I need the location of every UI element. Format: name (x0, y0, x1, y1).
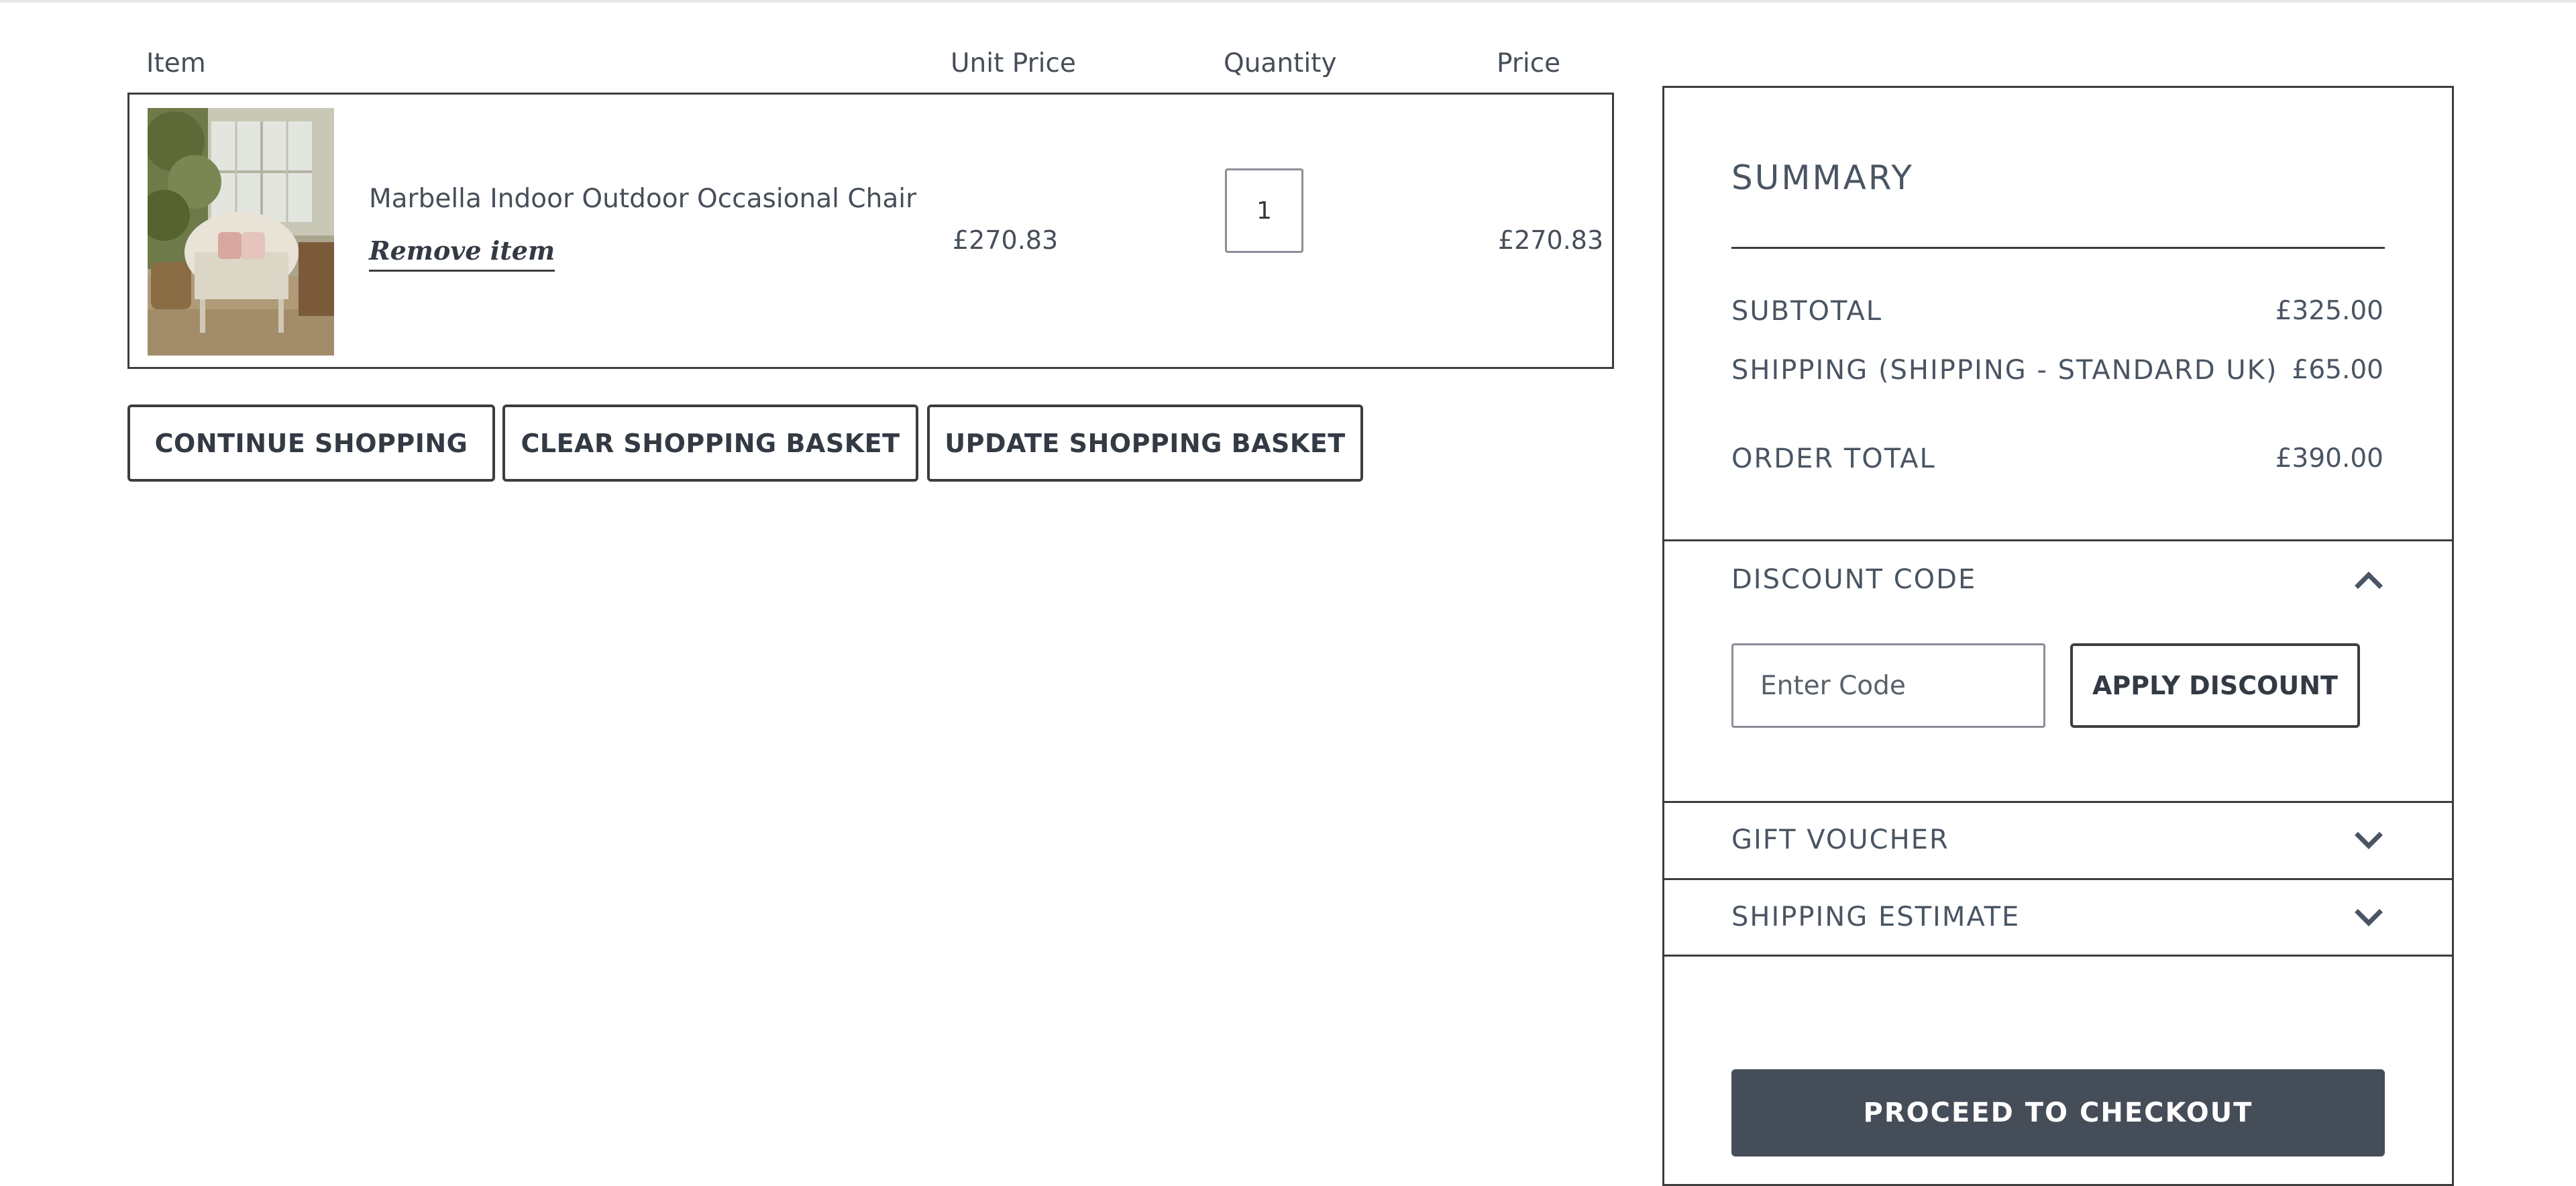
quantity-input[interactable] (1225, 168, 1303, 253)
gift-voucher-toggle[interactable]: GIFT VOUCHER (1731, 824, 1949, 855)
proceed-to-checkout-button[interactable]: PROCEED TO CHECKOUT (1731, 1069, 2385, 1156)
column-header-price: Price (1497, 48, 1561, 78)
summary-section-divider (1664, 539, 2452, 541)
order-summary-panel: SUMMARY SUBTOTAL £325.00 SHIPPING (SHIPP… (1662, 86, 2454, 1186)
chevron-down-icon[interactable] (2354, 903, 2383, 932)
update-basket-button[interactable]: UPDATE SHOPPING BASKET (927, 405, 1363, 482)
remove-item-link[interactable]: Remove item (369, 235, 555, 272)
order-total-label: ORDER TOTAL (1731, 443, 1936, 474)
product-image[interactable] (148, 108, 334, 356)
shipping-label: SHIPPING (SHIPPING - STANDARD UK) (1731, 355, 2278, 386)
shipping-value: £65.00 (2292, 355, 2383, 385)
apply-discount-button[interactable]: APPLY DISCOUNT (2070, 643, 2360, 728)
column-header-item: Item (146, 48, 206, 78)
chair-photo-icon (148, 108, 334, 356)
column-header-unit-price: Unit Price (951, 48, 1076, 78)
summary-title: SUMMARY (1731, 158, 1914, 197)
top-divider (0, 0, 2576, 3)
subtotal-label: SUBTOTAL (1731, 296, 1883, 327)
subtotal-value: £325.00 (2275, 296, 2383, 326)
clear-basket-button[interactable]: CLEAR SHOPPING BASKET (502, 405, 918, 482)
summary-section-divider (1664, 801, 2452, 803)
discount-code-input[interactable] (1731, 643, 2045, 728)
shipping-estimate-toggle[interactable]: SHIPPING ESTIMATE (1731, 902, 2020, 932)
cart-table-header: Item Unit Price Quantity Price (0, 44, 1623, 84)
order-total-value: £390.00 (2275, 443, 2383, 474)
discount-code-toggle[interactable]: DISCOUNT CODE (1731, 564, 1976, 595)
chevron-down-icon[interactable] (2354, 826, 2383, 855)
unit-price: £270.83 (953, 225, 1059, 255)
column-header-quantity: Quantity (1224, 48, 1337, 78)
summary-divider (1731, 247, 2385, 249)
summary-section-divider (1664, 878, 2452, 880)
summary-section-divider (1664, 955, 2452, 957)
cart-item-row: Marbella Indoor Outdoor Occasional Chair… (127, 93, 1614, 369)
continue-shopping-button[interactable]: CONTINUE SHOPPING (127, 405, 495, 482)
line-price: £270.83 (1498, 225, 1604, 255)
product-name[interactable]: Marbella Indoor Outdoor Occasional Chair (369, 184, 916, 214)
chevron-up-icon[interactable] (2354, 565, 2383, 595)
